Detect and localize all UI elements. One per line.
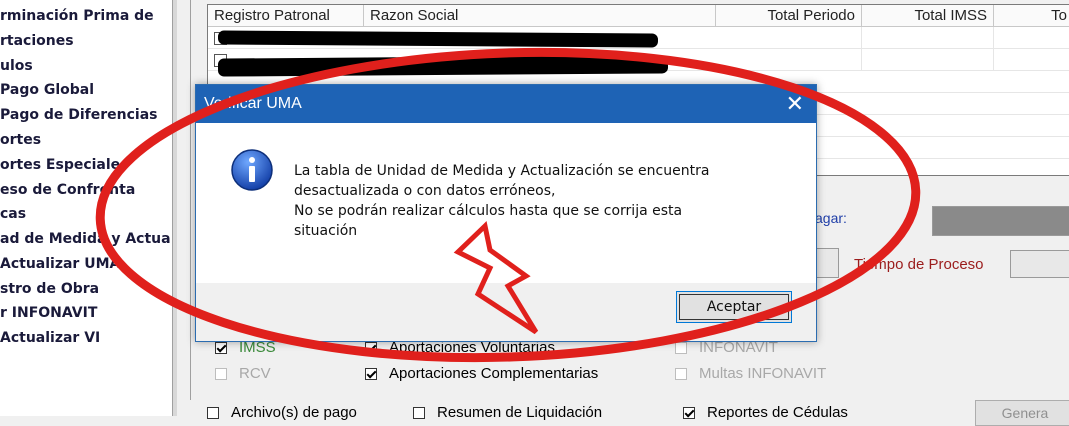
col-total-imss[interactable]: Total IMSS [862,5,994,27]
check-mark-icon [365,368,377,380]
dialog-title-bar[interactable]: Verificar UMA ✕ [196,85,816,123]
aceptar-button[interactable]: Aceptar [676,291,792,323]
grid-header: Registro Patronal Razon Social Total Per… [208,5,1069,27]
reportes-cedulas-checkbox[interactable]: Reportes de Cédulas [683,404,848,422]
col-total-periodo[interactable]: Total Periodo [716,5,862,27]
checkbox-icon [675,368,687,380]
multas-infonavit-checkbox[interactable]: Multas INFONAVIT [675,365,826,383]
tree-item-tablas[interactable]: cas [0,203,26,225]
table-cell [862,49,994,71]
checkbox-icon [675,342,687,354]
aportaciones-complementarias-checkbox[interactable]: Aportaciones Complementarias [365,365,598,383]
col-total-other[interactable]: To [994,5,1069,27]
resumen-liquidacion-label: Resumen de Liquidación [437,404,603,421]
info-icon [231,149,273,191]
dialog-title: Verificar UMA [204,95,302,112]
col-registro-patronal[interactable]: Registro Patronal [208,5,364,27]
multas-infonavit-label: Multas INFONAVIT [699,365,827,382]
tree-item-uma[interactable]: ad de Medida y Actua [0,228,171,250]
dialog-message: La tabla de Unidad de Medida y Actualiza… [294,161,794,241]
tree-item-actualizar-uma[interactable]: Actualizar UMA [0,253,120,275]
tree-item-infonavit[interactable]: r INFONAVIT [0,302,97,324]
aportaciones-complementarias-label: Aportaciones Complementarias [389,365,599,382]
tree-item-reportes-especiales[interactable]: ortes Especiales [0,154,129,176]
check-mark-icon [683,407,695,419]
check-mark-icon [215,342,227,354]
redaction-mark [217,55,669,77]
message-line: desactualizada o con datos erróneos, [294,183,556,199]
archivo-pago-checkbox[interactable]: Archivo(s) de pago [207,404,357,422]
tree-item-calculos[interactable]: ulos [0,55,33,77]
checkbox-icon [207,407,219,419]
pagar-label: agar: [815,210,847,226]
message-line: No se podrán realizar cálculos hasta que… [294,203,683,219]
message-line: situación [294,223,358,239]
resumen-liquidacion-checkbox[interactable]: Resumen de Liquidación [413,404,602,422]
tree-item-pago-global[interactable]: Pago Global [0,79,94,101]
tree-item-reportes[interactable]: ortes [0,129,41,151]
tree-item-actualizar-vi[interactable]: Actualizar VI [0,327,100,349]
check-mark-icon [365,342,377,354]
pagar-field[interactable] [932,206,1069,236]
archivo-pago-label: Archivo(s) de pago [231,404,357,421]
tree-item-aportaciones[interactable]: rtaciones [0,30,74,52]
table-cell [716,27,862,49]
tree-item-prima[interactable]: rminación Prima de [0,5,154,27]
splitter[interactable] [172,0,177,416]
col-razon-social[interactable]: Razon Social [364,5,716,27]
rcv-label: RCV [239,365,271,382]
tiempo-proceso-field [1010,250,1069,278]
message-line: La tabla de Unidad de Medida y Actualiza… [294,163,710,179]
tree-item-pago-diferencias[interactable]: Pago de Diferencias [0,104,158,126]
tree-item-registro-obra[interactable]: stro de Obra [0,278,99,300]
verificar-uma-dialog: Verificar UMA ✕ La tabla de Unidad de Me… [195,84,817,342]
reportes-cedulas-label: Reportes de Cédulas [707,404,848,421]
checkbox-icon [413,407,425,419]
checkbox-icon [215,368,227,380]
table-cell [716,49,862,71]
tree-item-confronta[interactable]: eso de Confronta [0,179,135,201]
rcv-checkbox[interactable]: RCV [215,365,271,383]
navigation-tree: rminación Prima de rtaciones ulos Pago G… [0,0,172,416]
generate-button[interactable]: Genera [975,400,1069,426]
tiempo-proceso-label: Tiempo de Proceso [854,256,984,273]
close-icon[interactable]: ✕ [786,85,804,123]
table-cell [862,27,994,49]
